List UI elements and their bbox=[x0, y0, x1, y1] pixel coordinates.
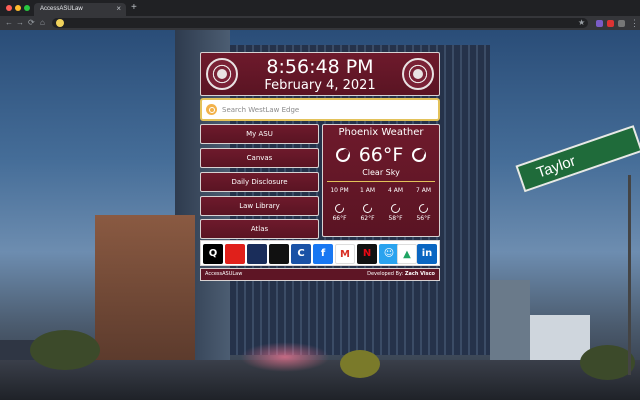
browser-tab[interactable]: AccessASULaw × bbox=[34, 3, 126, 16]
light-glow bbox=[240, 342, 330, 372]
site-info-icon[interactable] bbox=[56, 19, 64, 27]
gmail-icon[interactable]: M bbox=[335, 244, 355, 264]
close-window-button[interactable] bbox=[6, 5, 12, 11]
moon-icon bbox=[412, 148, 427, 162]
tab-bar: AccessASULaw × + bbox=[0, 0, 640, 16]
moon-icon bbox=[419, 204, 428, 213]
forecast-item: 10 PM 66°F bbox=[326, 187, 353, 222]
tab-title: AccessASULaw bbox=[40, 6, 83, 12]
link-law-library-button[interactable]: Law Library bbox=[200, 196, 319, 216]
moon-icon bbox=[391, 204, 400, 213]
home-icon[interactable]: ⌂ bbox=[40, 17, 45, 29]
forecast-temp: 62°F bbox=[360, 215, 375, 222]
forecast-item: 7 AM 56°F bbox=[410, 187, 437, 222]
westlaw-icon[interactable] bbox=[247, 244, 267, 264]
search-input[interactable] bbox=[222, 103, 432, 117]
forward-icon[interactable]: → bbox=[16, 17, 24, 29]
footer-credit-prefix: Developed By: bbox=[367, 271, 404, 277]
forecast-time: 10 PM bbox=[330, 187, 349, 194]
link-daily-disclosure-button[interactable]: Daily Disclosure bbox=[200, 172, 319, 192]
forecast-time: 4 AM bbox=[387, 187, 403, 194]
shortcut-bar: Q C f M N ☺ ▲ in bbox=[200, 240, 440, 266]
street-sign: Taylor bbox=[515, 125, 640, 193]
tree bbox=[30, 330, 100, 370]
google-drive-icon[interactable]: ▲ bbox=[397, 244, 417, 264]
linkedin-icon[interactable]: in bbox=[417, 244, 437, 264]
extension-icon[interactable] bbox=[596, 20, 603, 27]
search-bar bbox=[200, 98, 440, 121]
messenger-icon[interactable]: ☺ bbox=[379, 244, 399, 264]
building bbox=[490, 280, 530, 370]
lexis-icon[interactable] bbox=[225, 244, 245, 264]
forecast-item: 4 AM 58°F bbox=[382, 187, 409, 222]
forecast-time: 7 AM bbox=[415, 187, 431, 194]
footer-developer-name: Zach Visco bbox=[404, 271, 435, 277]
weather-condition: Clear Sky bbox=[362, 168, 400, 177]
bookmark-star-icon[interactable]: ★ bbox=[578, 18, 585, 28]
weather-title: Phoenix Weather bbox=[338, 127, 424, 138]
quimbee-icon[interactable]: Q bbox=[203, 244, 223, 264]
building bbox=[95, 215, 195, 365]
extension-icon[interactable] bbox=[618, 20, 625, 27]
tree bbox=[580, 345, 635, 380]
link-canvas-button[interactable]: Canvas bbox=[200, 148, 319, 168]
browser-toolbar: ← → ⟳ ⌂ ★ ⋮ bbox=[0, 16, 640, 30]
divider bbox=[327, 181, 435, 182]
footer-bar: AccessASULaw Developed By: Zach Visco bbox=[200, 268, 440, 281]
forecast-temp: 56°F bbox=[416, 215, 431, 222]
sign-pole bbox=[628, 175, 631, 375]
asu-seal-icon bbox=[402, 58, 434, 90]
link-atlas-button[interactable]: Atlas bbox=[200, 219, 319, 239]
forecast-temp: 66°F bbox=[332, 215, 347, 222]
cengage-icon[interactable]: C bbox=[291, 244, 311, 264]
tree bbox=[340, 350, 380, 378]
browser-menu-icon[interactable]: ⋮ bbox=[630, 17, 639, 29]
bloomberg-icon[interactable] bbox=[269, 244, 289, 264]
address-bar[interactable] bbox=[52, 18, 588, 28]
forecast-temp: 58°F bbox=[388, 215, 403, 222]
forecast-time: 1 AM bbox=[359, 187, 375, 194]
weather-current: 66°F bbox=[323, 144, 439, 166]
footer-credit: Developed By: Zach Visco bbox=[367, 271, 435, 277]
tab-close-icon[interactable]: × bbox=[116, 4, 121, 13]
minimize-window-button[interactable] bbox=[15, 5, 21, 11]
street-sign-text: Taylor bbox=[534, 152, 578, 182]
netflix-icon[interactable]: N bbox=[357, 244, 377, 264]
reload-icon[interactable]: ⟳ bbox=[28, 17, 35, 29]
forecast-item: 1 AM 62°F bbox=[354, 187, 381, 222]
clock-header: 8:56:48 PM February 4, 2021 bbox=[200, 52, 440, 96]
link-my-asu-button[interactable]: My ASU bbox=[200, 124, 319, 144]
moon-icon bbox=[363, 204, 372, 213]
moon-icon bbox=[335, 204, 344, 213]
weather-panel: Phoenix Weather 66°F Clear Sky 10 PM 66°… bbox=[322, 124, 440, 237]
search-icon bbox=[206, 104, 217, 115]
new-tab-button[interactable]: + bbox=[131, 2, 137, 14]
moon-icon bbox=[335, 148, 350, 162]
weather-current-temp: 66°F bbox=[358, 144, 404, 166]
extension-icon[interactable] bbox=[607, 20, 614, 27]
back-icon[interactable]: ← bbox=[5, 17, 13, 29]
maximize-window-button[interactable] bbox=[24, 5, 30, 11]
facebook-icon[interactable]: f bbox=[313, 244, 333, 264]
footer-app-name: AccessASULaw bbox=[205, 271, 243, 277]
